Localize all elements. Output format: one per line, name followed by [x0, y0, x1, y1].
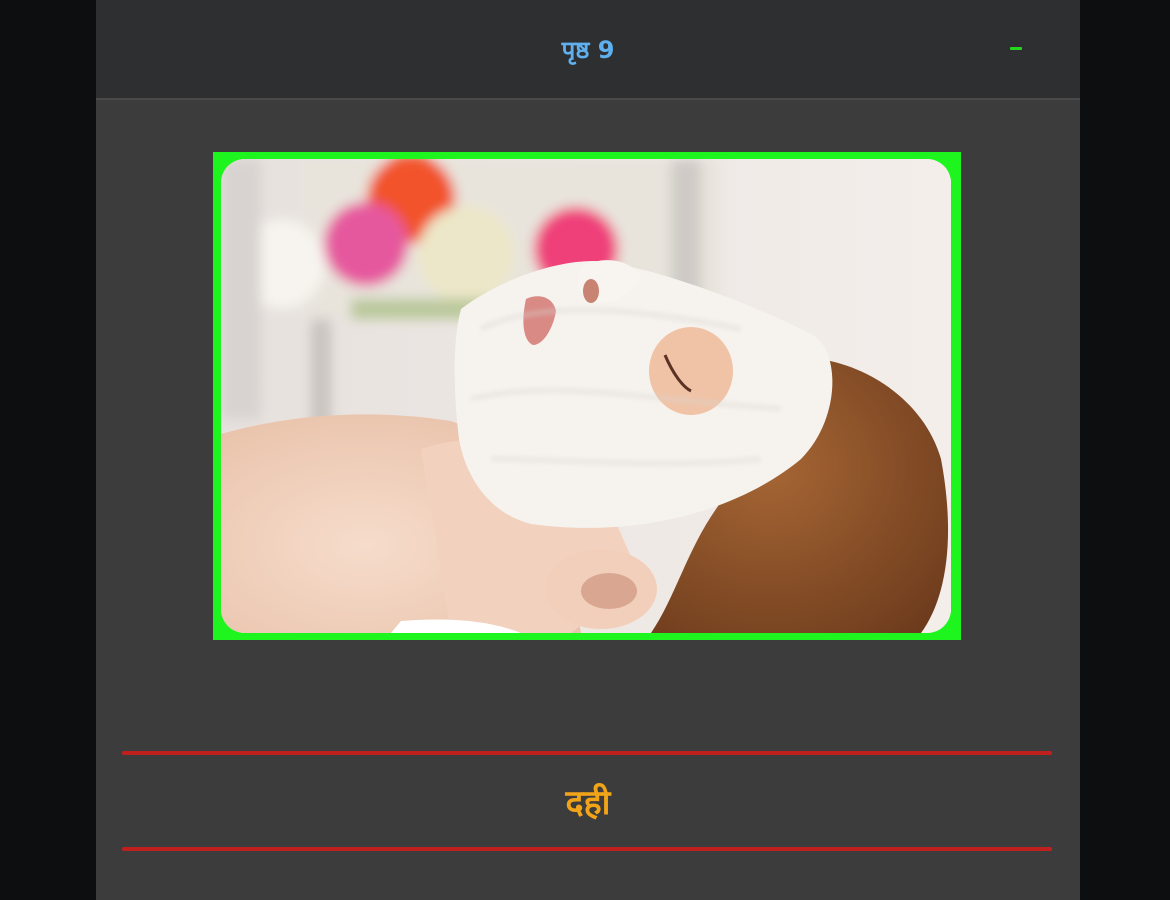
minus-bar: [1010, 47, 1022, 50]
header-bar: पृष्ठ 9: [96, 0, 1080, 100]
spa-face-mask-photo: [221, 159, 951, 633]
divider-top: [122, 751, 1052, 755]
image-frame: [213, 152, 961, 640]
minus-icon[interactable]: [1004, 30, 1028, 66]
divider-bottom: [122, 847, 1052, 851]
page-title: पृष्ठ 9: [561, 36, 615, 64]
app-frame: पृष्ठ 9 दही: [96, 0, 1080, 900]
vocabulary-word: दही: [565, 783, 611, 823]
photo-illustration: [221, 159, 951, 633]
